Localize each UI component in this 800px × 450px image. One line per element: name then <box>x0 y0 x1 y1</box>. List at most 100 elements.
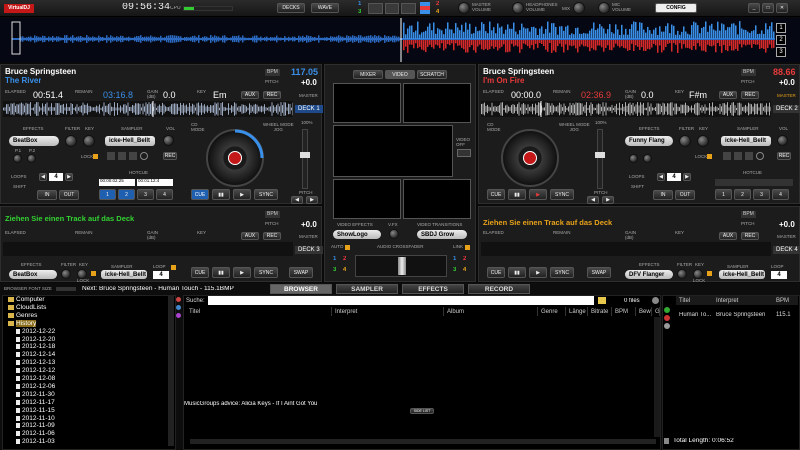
deck3-play-button[interactable]: ▶ <box>233 267 251 278</box>
playlist-col-title[interactable]: Titel <box>676 298 716 304</box>
deck1-cue-button[interactable]: CUE <box>191 189 209 200</box>
deck3-lock2-icon[interactable] <box>171 265 176 270</box>
tree-item[interactable]: 2012-11-15 <box>16 407 55 414</box>
crossfader-thumb[interactable] <box>398 257 406 275</box>
deck1-sync-button[interactable]: SYNC <box>254 189 278 200</box>
deck1-jog-wheel[interactable] <box>206 129 264 187</box>
sampler-next-icon[interactable] <box>745 152 753 160</box>
deck2-pitch-thumb[interactable] <box>595 152 605 158</box>
layout-icons[interactable] <box>368 3 417 14</box>
playlist-remove-icon[interactable] <box>664 315 670 321</box>
deck1-waveform[interactable] <box>3 101 294 117</box>
video-effect-select[interactable]: ShowLogo <box>333 230 381 239</box>
deck4-waveform[interactable] <box>481 242 771 256</box>
sampler-loop-icon[interactable] <box>756 152 764 160</box>
deck1-filter-knob[interactable] <box>65 135 77 147</box>
sampler-prev-icon[interactable] <box>107 152 115 160</box>
deck3-rec-button[interactable]: REC <box>263 232 281 240</box>
maximize-button[interactable]: □ <box>762 3 774 13</box>
mic-volume-knob[interactable] <box>598 2 610 14</box>
mix-knob[interactable] <box>573 2 585 14</box>
xf-right-1[interactable]: 1 <box>453 256 456 262</box>
deck3-aux-button[interactable]: AUX <box>241 232 259 240</box>
deck3-waveform[interactable] <box>3 242 293 256</box>
deck3-sampler-select[interactable]: icke-Hell_Bellt <box>101 270 147 279</box>
search-options-icon[interactable] <box>598 297 606 304</box>
deck2-sampler-select[interactable]: icke-Hell_Bellt <box>721 136 771 146</box>
master-volume-knob[interactable] <box>458 2 470 14</box>
tree-item[interactable]: 2012-11-30 <box>16 391 55 398</box>
wave-num-1[interactable]: 1 <box>776 23 786 33</box>
deck-num-3[interactable]: 3 <box>358 9 361 15</box>
deck2-cue-button[interactable]: CUE <box>487 189 505 200</box>
sampler-play-icon[interactable] <box>734 152 742 160</box>
deck2-deck-label[interactable]: DECK 2 <box>773 105 800 113</box>
deck2-in-button[interactable]: IN <box>653 190 673 200</box>
deck3-filter-knob[interactable] <box>61 269 71 279</box>
deck4-cue-button[interactable]: CUE <box>487 267 505 278</box>
deck1-loop-minus[interactable]: ◀ <box>39 173 47 181</box>
scratch-tab[interactable]: SCRATCH <box>417 70 447 79</box>
deck2-nudge-left[interactable]: ◀ <box>587 196 599 204</box>
deck4-aux-button[interactable]: AUX <box>719 232 737 240</box>
deck2-hotcue-slots[interactable] <box>715 179 793 186</box>
deck4-play-button[interactable]: ▶ <box>529 267 547 278</box>
deck-num-2[interactable]: 2 <box>436 1 439 7</box>
deck1-vol-knob[interactable] <box>163 135 174 146</box>
deck1-p1-knob[interactable] <box>13 154 22 163</box>
xf-right-2[interactable]: 2 <box>463 256 466 262</box>
deck2-p2-knob[interactable] <box>643 154 652 163</box>
tab-effects[interactable]: EFFECTS <box>402 284 464 294</box>
deck2-vol-knob[interactable] <box>777 135 788 146</box>
music-groups-advice[interactable]: MusicGroups advice: Alicia Keys - If I A… <box>184 401 317 407</box>
deck2-pause-button[interactable]: ▮▮ <box>508 189 526 200</box>
video-tab[interactable]: VIDEO <box>385 70 415 79</box>
column-header[interactable]: Album <box>444 307 538 316</box>
deck1-p2-knob[interactable] <box>27 154 36 163</box>
tree-item[interactable]: 2012-12-12 <box>16 367 55 374</box>
deck2-jog-wheel[interactable] <box>501 129 559 187</box>
tree-item[interactable]: 2012-12-18 <box>16 343 55 350</box>
xf-right-4[interactable]: 4 <box>463 267 466 273</box>
deck1-loop-plus[interactable]: ▶ <box>65 173 73 181</box>
deck1-sampler-rec[interactable]: REC <box>163 152 177 160</box>
deck1-nudge-right[interactable]: ▶ <box>306 196 318 204</box>
sampler-next-icon[interactable] <box>129 152 137 160</box>
deck3-effect-select[interactable]: BeatBox <box>9 270 57 279</box>
deck3-swap-button[interactable]: SWAP <box>289 267 313 278</box>
deck1-rec-button[interactable]: REC <box>263 91 281 99</box>
deck3-cue-button[interactable]: CUE <box>191 267 209 278</box>
deck1-sampler-controls[interactable] <box>107 151 157 161</box>
tree-item[interactable]: Genres <box>8 312 37 319</box>
video-off-toggle[interactable] <box>457 149 471 157</box>
deck1-pad-2[interactable]: 2 <box>118 189 135 200</box>
tab-sampler[interactable]: SAMPLER <box>336 284 398 294</box>
column-header[interactable]: Titel <box>186 307 332 316</box>
vfx-knob[interactable] <box>389 229 399 239</box>
tab-browser[interactable]: BROWSER <box>270 284 332 294</box>
deck4-rec-button[interactable]: REC <box>741 232 759 240</box>
video-transition-select[interactable]: SBDJ Grow <box>417 230 467 239</box>
deck3-loop-value[interactable]: 4 <box>153 271 169 279</box>
deck4-filter-knob[interactable] <box>677 269 687 279</box>
deck4-pause-button[interactable]: ▮▮ <box>508 267 526 278</box>
deck-num-1[interactable]: 1 <box>358 1 361 7</box>
tree-item[interactable]: 2012-11-06 <box>16 430 55 437</box>
column-header[interactable]: Genre <box>538 307 566 316</box>
tree-item[interactable]: 2012-12-20 <box>16 336 55 343</box>
deck2-filter-knob[interactable] <box>679 135 691 147</box>
deck2-p1-knob[interactable] <box>629 154 638 163</box>
deck1-pitch-thumb[interactable] <box>300 152 310 158</box>
deck1-deck-label[interactable]: DECK 1 <box>295 105 323 113</box>
deck3-deck-label[interactable]: DECK 3 <box>295 246 323 254</box>
deck1-nudge-left[interactable]: ◀ <box>291 196 303 204</box>
auto-toggle[interactable] <box>345 245 350 250</box>
deck4-lock-icon[interactable] <box>707 271 712 276</box>
tree-item[interactable]: 2012-11-10 <box>16 415 55 422</box>
deck1-in-button[interactable]: IN <box>37 190 57 200</box>
tree-item[interactable]: History <box>8 319 37 327</box>
crossfader-track[interactable] <box>355 255 447 277</box>
deck4-swap-button[interactable]: SWAP <box>587 267 611 278</box>
wave-num-2[interactable]: 2 <box>776 35 786 45</box>
deck4-sync-button[interactable]: SYNC <box>550 267 574 278</box>
